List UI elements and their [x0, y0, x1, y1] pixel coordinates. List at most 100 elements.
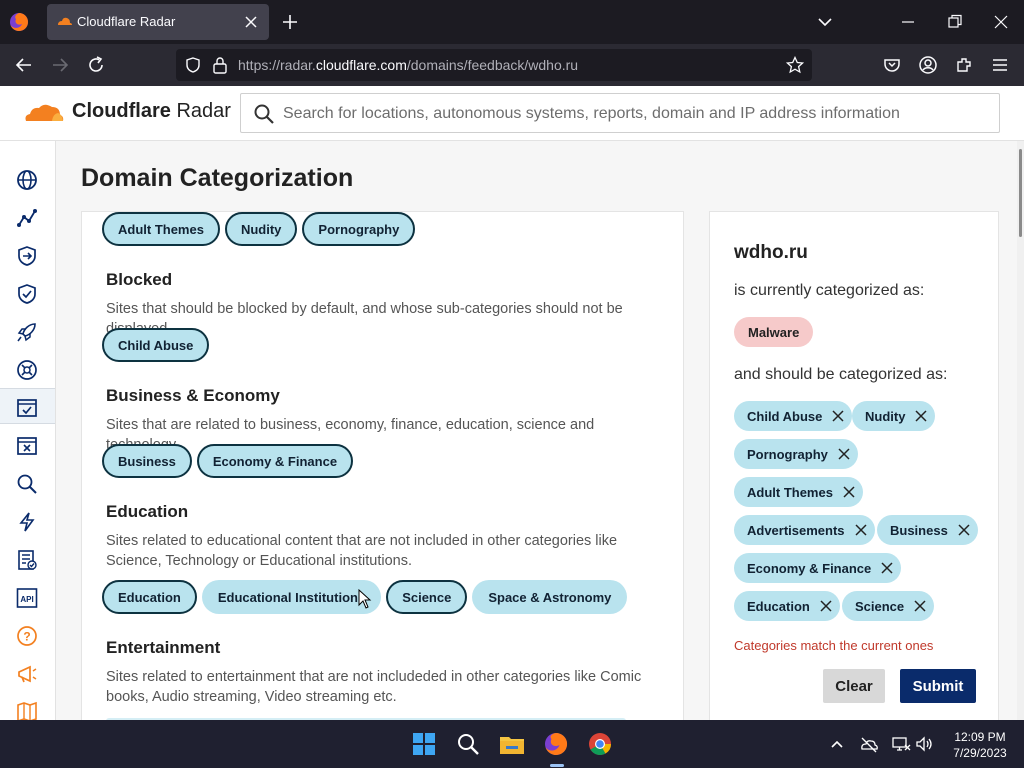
- volume-icon[interactable]: [914, 734, 934, 754]
- clear-button[interactable]: Clear: [823, 669, 885, 703]
- remove-tag-icon[interactable]: [830, 408, 846, 424]
- onedrive-icon[interactable]: [859, 734, 879, 754]
- address-bar[interactable]: https://radar.cloudflare.com/domains/fee…: [176, 49, 812, 81]
- taskbar-search-icon[interactable]: [452, 728, 484, 760]
- sidebar-item-announcements[interactable]: [0, 655, 55, 691]
- menu-icon[interactable]: [990, 55, 1010, 75]
- search-icon: [17, 474, 37, 494]
- remove-tag-icon[interactable]: [841, 484, 857, 500]
- sidebar-item-routing[interactable]: [0, 237, 55, 273]
- sidebar-item-speed[interactable]: [0, 503, 55, 539]
- account-icon[interactable]: [918, 55, 938, 75]
- sidebar: API ?: [0, 141, 56, 723]
- sidebar-item-search[interactable]: [0, 465, 55, 501]
- new-tab-icon[interactable]: [280, 12, 300, 32]
- reload-icon[interactable]: [86, 55, 106, 75]
- sidebar-item-domain-categorization[interactable]: [0, 388, 55, 424]
- tag-label: Pornography: [747, 446, 828, 462]
- sidebar-item-help[interactable]: ?: [0, 617, 55, 653]
- system-clock[interactable]: 12:09 PM 7/29/2023: [940, 729, 1020, 761]
- tag-label: Economy & Finance: [747, 560, 872, 576]
- tag-label: Advertisements: [747, 522, 845, 538]
- active-tab[interactable]: Cloudflare Radar: [47, 4, 269, 40]
- windows-start-icon[interactable]: [408, 728, 440, 760]
- cloudflare-favicon-icon: [58, 17, 72, 25]
- tag-label: Science: [855, 598, 905, 614]
- search-box[interactable]: Search for locations, autonomous systems…: [240, 93, 1000, 133]
- clock-date: 7/29/2023: [953, 746, 1007, 760]
- section-title-education: Education: [106, 502, 189, 521]
- sidebar-item-global[interactable]: [0, 161, 55, 197]
- section-title-blocked: Blocked: [106, 270, 173, 289]
- close-window-icon[interactable]: [991, 12, 1011, 32]
- scrollbar-thumb[interactable]: [1019, 149, 1022, 237]
- cloudflare-radar-logo[interactable]: Cloudflare Radar: [22, 100, 231, 123]
- chip-business[interactable]: Business: [102, 444, 192, 478]
- back-icon[interactable]: [14, 55, 34, 75]
- extensions-icon[interactable]: [954, 55, 974, 75]
- search-input[interactable]: Search for locations, autonomous systems…: [283, 105, 900, 123]
- sidebar-item-traffic[interactable]: [0, 199, 55, 235]
- category-panel[interactable]: Adult Themes Nudity Pornography Blocked …: [81, 211, 684, 721]
- mouse-cursor-icon: [358, 589, 372, 609]
- chip-child-abuse[interactable]: Child Abuse: [102, 328, 210, 362]
- submit-button[interactable]: Submit: [900, 669, 976, 703]
- sidebar-item-outages[interactable]: [0, 351, 55, 387]
- chip-pornography[interactable]: Pornography: [302, 212, 416, 246]
- domain-name: wdho.ru: [734, 242, 808, 263]
- remove-tag-icon[interactable]: [836, 446, 852, 462]
- sidebar-item-api[interactable]: API: [0, 579, 55, 615]
- firefox-taskbar-icon[interactable]: [540, 728, 572, 760]
- close-tab-icon[interactable]: [241, 12, 261, 32]
- remove-tag-icon[interactable]: [879, 560, 895, 576]
- url-scanner-icon: [17, 437, 37, 455]
- top-chip-row: Adult Themes Nudity Pornography: [102, 212, 416, 246]
- sidebar-item-adoption[interactable]: [0, 313, 55, 349]
- section-desc-education: Sites related to educational content tha…: [106, 533, 618, 569]
- url-host: cloudflare.com: [315, 57, 407, 73]
- chip-science[interactable]: Science: [386, 580, 468, 614]
- section-title-business: Business & Economy: [106, 386, 280, 405]
- chrome-icon[interactable]: [584, 728, 616, 760]
- tracking-protection-icon[interactable]: [184, 56, 202, 74]
- match-warning: Categories match the current ones: [734, 638, 934, 653]
- chip-adult-themes[interactable]: Adult Themes: [102, 212, 220, 246]
- bookmark-star-icon[interactable]: [786, 56, 804, 74]
- chip-nudity[interactable]: Nudity: [224, 212, 298, 246]
- sidebar-item-url-scanner[interactable]: [0, 427, 55, 463]
- chip-education[interactable]: Education: [102, 580, 197, 614]
- restore-icon[interactable]: [945, 12, 965, 32]
- page-scrollbar[interactable]: [1017, 141, 1024, 721]
- tag-label: Adult Themes: [747, 484, 833, 500]
- remove-tag-icon[interactable]: [853, 522, 869, 538]
- sidebar-item-security[interactable]: [0, 275, 55, 311]
- routing-icon: [18, 246, 36, 266]
- chip-educational-institutions[interactable]: Educational Institutions: [201, 580, 382, 614]
- current-category-badge: Malware: [734, 317, 814, 347]
- selected-tag-economy-finance: Economy & Finance: [734, 553, 902, 583]
- api-icon: API: [16, 588, 38, 608]
- remove-tag-icon[interactable]: [912, 598, 928, 614]
- categorization-request-panel: wdho.ru is currently categorized as: Mal…: [709, 211, 999, 721]
- pocket-icon[interactable]: [882, 55, 902, 75]
- firefox-icon[interactable]: [8, 11, 30, 33]
- remove-tag-icon[interactable]: [956, 522, 972, 538]
- network-icon[interactable]: [891, 734, 911, 754]
- url-prefix: https://radar.: [238, 57, 316, 73]
- sidebar-item-reports[interactable]: [0, 541, 55, 577]
- list-all-tabs-icon[interactable]: [815, 12, 835, 32]
- chip-space-astronomy[interactable]: Space & Astronomy: [472, 580, 628, 614]
- browser-tab-bar: Cloudflare Radar: [0, 0, 1024, 44]
- forward-icon[interactable]: [50, 55, 70, 75]
- remove-tag-icon[interactable]: [818, 598, 834, 614]
- search-icon: [254, 104, 274, 124]
- main-content: Domain Categorization Adult Themes Nudit…: [57, 141, 1017, 721]
- globe-icon: [17, 170, 37, 190]
- chip-economy-finance[interactable]: Economy & Finance: [196, 444, 354, 478]
- lock-icon[interactable]: [212, 56, 228, 74]
- clock-time: 12:09 PM: [954, 730, 1006, 744]
- remove-tag-icon[interactable]: [913, 408, 929, 424]
- show-hidden-icons-icon[interactable]: [827, 734, 847, 754]
- file-explorer-icon[interactable]: [496, 728, 528, 760]
- minimize-icon[interactable]: [898, 12, 918, 32]
